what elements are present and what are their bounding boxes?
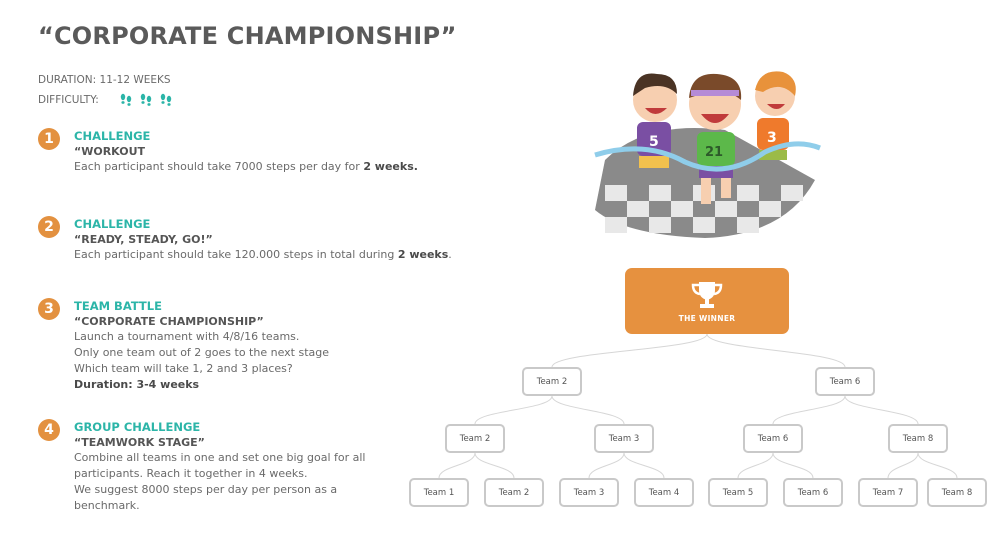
step-category: CHALLENGE <box>74 217 151 231</box>
step-number-badge: 1 <box>38 128 60 150</box>
footprints-icon <box>160 93 171 106</box>
quarterfinal-team-box: Team 6 <box>743 424 803 453</box>
footprints-icon <box>140 93 151 106</box>
step-category: TEAM BATTLE <box>74 299 162 313</box>
line-text: Only one team out of 2 goes to the next … <box>74 346 329 359</box>
winner-label: THE WINNER <box>678 313 736 323</box>
step-text: TEAM BATTLE “CORPORATE CHAMPIONSHIP” Laun… <box>74 299 454 393</box>
step-subtitle: “TEAMWORK STAGE” <box>74 436 205 449</box>
step-category: GROUP CHALLENGE <box>74 420 201 434</box>
svg-text:21: 21 <box>705 145 723 160</box>
line-text: We suggest 8000 steps per day per person… <box>74 483 338 496</box>
line-text: Combine all teams in one and set one big… <box>74 451 366 464</box>
bracket-connector-line <box>623 452 665 479</box>
step-description-line: Each participant should take 120.000 ste… <box>74 247 454 263</box>
line-emphasis: 2 weeks. <box>363 160 418 173</box>
semifinal-team-box: Team 2 <box>522 367 582 396</box>
bracket-connector-line <box>737 452 774 479</box>
winner-box: THE WINNER <box>625 268 789 334</box>
line-suffix: . <box>448 248 452 261</box>
svg-text:3: 3 <box>767 130 777 146</box>
step-description-line: benchmark. <box>74 498 454 514</box>
step-description-line: We suggest 8000 steps per day per person… <box>74 482 454 498</box>
first-round-team-box: Team 2 <box>484 478 544 507</box>
footprints-icon <box>120 93 131 106</box>
quarterfinal-team-box: Team 8 <box>888 424 948 453</box>
step-category: CHALLENGE <box>74 129 151 143</box>
line-text: benchmark. <box>74 499 140 512</box>
step-subtitle: “WORKOUT <box>74 145 146 158</box>
line-text: Launch a tournament with 4/8/16 teams. <box>74 330 300 343</box>
line-text: participants. Reach it together in 4 wee… <box>74 467 308 480</box>
line-text: Each participant should take 7000 steps … <box>74 160 364 173</box>
quarterfinal-team-box: Team 3 <box>594 424 654 453</box>
first-round-team-box: Team 7 <box>858 478 918 507</box>
bracket-connector-line <box>772 452 814 479</box>
duration-text: DURATION: 11-12 WEEKS <box>38 74 171 86</box>
trophy-icon <box>691 281 723 308</box>
running-kids-illustration: 5 3 21 <box>594 71 821 238</box>
line-emphasis: Duration: 3-4 weeks <box>74 378 200 391</box>
bracket-connector-line <box>551 333 708 368</box>
line-emphasis: 2 weeks <box>397 248 449 261</box>
semifinal-team-box: Team 6 <box>815 367 875 396</box>
first-round-team-box: Team 3 <box>559 478 619 507</box>
difficulty-rating <box>119 93 173 107</box>
step-description-line: Each participant should take 7000 steps … <box>74 159 454 175</box>
step-description-line: Launch a tournament with 4/8/16 teams. <box>74 329 454 345</box>
line-text: Which team will take 1, 2 and 3 places? <box>74 362 293 375</box>
step-description-line: Duration: 3-4 weeks <box>74 377 454 393</box>
bracket-connector-line <box>844 395 919 425</box>
first-round-team-box: Team 4 <box>634 478 694 507</box>
first-round-team-box: Team 1 <box>409 478 469 507</box>
step-text: CHALLENGE “READY, STEADY, GO!” Each parti… <box>74 217 454 263</box>
step-number-badge: 2 <box>38 216 60 238</box>
step-description-line: participants. Reach it together in 4 wee… <box>74 466 454 482</box>
step-number-badge: 4 <box>38 419 60 441</box>
bracket-connector-line <box>917 452 958 479</box>
quarterfinal-team-box: Team 2 <box>445 424 505 453</box>
step-description-line: Combine all teams in one and set one big… <box>74 450 454 466</box>
step-subtitle: “CORPORATE CHAMPIONSHIP” <box>74 315 264 328</box>
step-text: CHALLENGE “WORKOUT Each participant shoul… <box>74 129 454 175</box>
line-text: Each participant should take 120.000 ste… <box>74 248 398 261</box>
bracket-connector-line <box>474 452 515 479</box>
step-subtitle: “READY, STEADY, GO!” <box>74 233 213 246</box>
page-title: “CORPORATE CHAMPIONSHIP” <box>38 22 457 50</box>
difficulty-label: DIFFICULTY: <box>38 94 99 106</box>
difficulty-row: DIFFICULTY: <box>38 93 173 107</box>
step-text: GROUP CHALLENGE “TEAMWORK STAGE” Combine … <box>74 420 454 514</box>
first-round-team-box: Team 5 <box>708 478 768 507</box>
step-description-line: Only one team out of 2 goes to the next … <box>74 345 454 361</box>
step-number-badge: 3 <box>38 298 60 320</box>
step-description-line: Which team will take 1, 2 and 3 places? <box>74 361 454 377</box>
bracket-connector-line <box>772 395 846 425</box>
bracket-connector-line <box>887 452 919 479</box>
bracket-connector-line <box>588 452 625 479</box>
first-round-team-box: Team 6 <box>783 478 843 507</box>
bracket-connector-line <box>474 395 553 425</box>
bracket-connector-line <box>706 333 846 368</box>
bracket-connector-line <box>551 395 625 425</box>
first-round-team-box: Team 8 <box>927 478 987 507</box>
svg-text:5: 5 <box>649 134 659 150</box>
